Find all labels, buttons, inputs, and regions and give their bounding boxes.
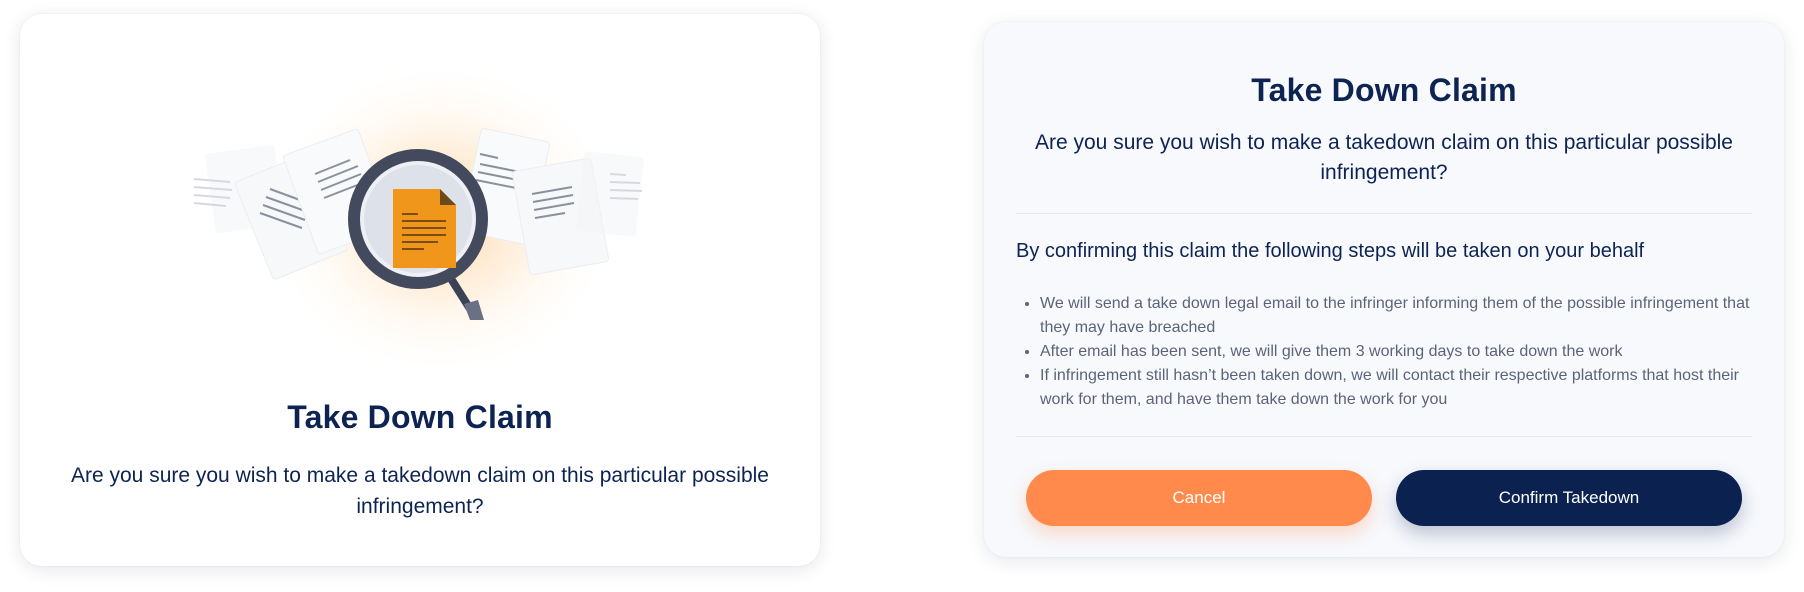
page-title: Take Down Claim xyxy=(1251,72,1517,108)
takedown-claim-card-illustrated: Take Down Claim Are you sure you wish to… xyxy=(20,14,820,566)
modal-comparison: Take Down Claim Are you sure you wish to… xyxy=(0,0,1804,592)
divider xyxy=(1016,436,1752,437)
list-item: We will send a take down legal email to … xyxy=(1040,292,1760,340)
list-item: If infringement still hasn’t been taken … xyxy=(1040,364,1760,412)
steps-list: We will send a take down legal email to … xyxy=(1016,292,1760,412)
divider xyxy=(1016,213,1752,214)
confirm-takedown-button[interactable]: Confirm Takedown xyxy=(1396,470,1742,526)
magnifying-glass-document-icon xyxy=(193,59,644,379)
confirmation-question: Are you sure you wish to make a takedown… xyxy=(70,464,769,518)
list-item: After email has been sent, we will give … xyxy=(1040,340,1760,364)
page-title: Take Down Claim xyxy=(287,399,553,435)
cancel-button[interactable]: Cancel xyxy=(1026,470,1372,526)
takedown-claim-card-detailed: Take Down Claim Are you sure you wish to… xyxy=(984,22,1784,557)
steps-heading: By confirming this claim the following s… xyxy=(1016,240,1645,262)
confirmation-question: Are you sure you wish to make a takedown… xyxy=(1034,131,1733,184)
